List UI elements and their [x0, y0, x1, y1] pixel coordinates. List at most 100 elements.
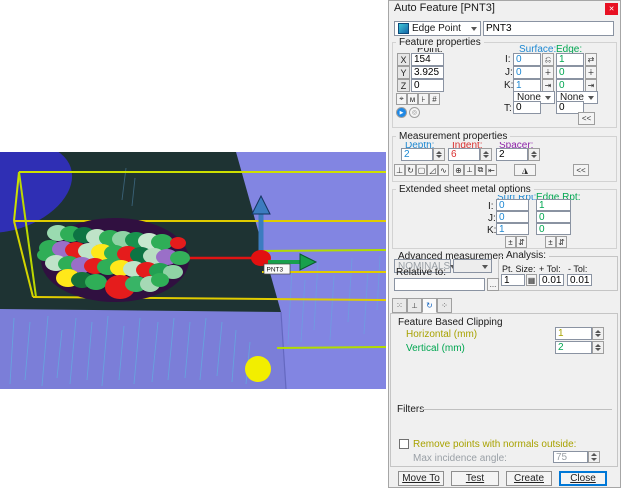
- t-label: T:: [504, 103, 512, 114]
- tab-grid[interactable]: ⁘: [437, 298, 452, 313]
- surf-rpt-adjust-button[interactable]: ±: [505, 236, 516, 248]
- corner-icon: ◿: [429, 166, 435, 175]
- plus-tol-input[interactable]: [539, 274, 564, 286]
- max-incidence-input[interactable]: [553, 451, 588, 463]
- surf-rpt-k-input[interactable]: [496, 223, 529, 235]
- surface-j-input[interactable]: [513, 66, 541, 79]
- chevron-down-icon: [545, 96, 551, 103]
- surface-i-input[interactable]: [513, 53, 541, 66]
- edge-rpt-adjust-button[interactable]: ±: [545, 236, 556, 248]
- pick-point-button[interactable]: ⌖: [396, 93, 407, 105]
- measure-mode-button-3[interactable]: ▢: [416, 164, 427, 176]
- feature-type-value: Edge Point: [412, 23, 461, 34]
- max-incidence-label: Max incidence angle:: [413, 453, 507, 464]
- feature-type-dropdown[interactable]: Edge Point: [394, 21, 481, 36]
- angle-icon: ◮: [522, 166, 528, 175]
- spacer-input[interactable]: [496, 148, 528, 161]
- angle-filter-button[interactable]: ◮: [514, 164, 536, 176]
- surf-rpt-j-input[interactable]: [496, 211, 529, 223]
- measure-mode-button-1[interactable]: ⊥: [394, 164, 405, 176]
- measure-button[interactable]: ᴍ: [407, 93, 418, 105]
- snap-button[interactable]: ⊦: [418, 93, 429, 105]
- t-surface-input[interactable]: [513, 101, 541, 114]
- probe-icon: ⟂: [467, 165, 472, 175]
- play-icon: ▶: [400, 110, 404, 116]
- cad-viewport[interactable]: PNT3: [0, 152, 386, 389]
- horizontal-input[interactable]: [555, 327, 592, 340]
- point-size-button[interactable]: ▦: [526, 274, 537, 286]
- measure-mode-button-8[interactable]: ⧉: [475, 164, 486, 176]
- feature-collapse-button[interactable]: <<: [578, 112, 595, 125]
- measurement-properties-label: Measurement properties: [396, 131, 510, 142]
- dialog-title: Auto Feature [PNT3]: [394, 3, 495, 14]
- execute-button[interactable]: ▶: [396, 107, 407, 118]
- plus-minus-icon: ±: [508, 238, 512, 247]
- vertical-input[interactable]: [555, 341, 592, 354]
- collapse-chevrons-icon: <<: [582, 114, 591, 123]
- edge-rpt-k-input[interactable]: [536, 223, 571, 235]
- edge-i-swap-button[interactable]: ⇄: [585, 53, 597, 66]
- depth-input[interactable]: [401, 148, 433, 161]
- close-icon: ✕: [609, 5, 615, 13]
- edge-j-flip-button[interactable]: ∔: [585, 66, 597, 79]
- measure-mode-button-5[interactable]: ∿: [438, 164, 449, 176]
- edge-rpt-updown-button[interactable]: ⇵: [556, 236, 567, 248]
- align-icon: ⇥: [588, 81, 595, 90]
- up-down-icon: ⇵: [558, 238, 565, 247]
- edge-rpt-j-input[interactable]: [536, 211, 571, 223]
- measure-mode-button-7[interactable]: ⟂: [464, 164, 475, 176]
- tab-clipping[interactable]: ↻: [422, 298, 437, 313]
- surface-i-flip-button[interactable]: ⎌: [542, 53, 554, 66]
- move-to-button[interactable]: Move To: [398, 471, 444, 486]
- depth-spinner[interactable]: [433, 148, 445, 161]
- vertical-spinner[interactable]: [592, 341, 604, 354]
- z-coordinate-input[interactable]: [411, 79, 444, 92]
- surf-rpt-i-input[interactable]: [496, 199, 529, 211]
- tab-vector[interactable]: ⟂: [407, 298, 422, 313]
- reset-button[interactable]: ◎: [409, 107, 420, 118]
- measure-mode-button-2[interactable]: ↻: [405, 164, 416, 176]
- indent-spinner[interactable]: [480, 148, 492, 161]
- y-coordinate-input[interactable]: [411, 66, 444, 79]
- x-coordinate-input[interactable]: [411, 53, 444, 66]
- surface-j-flip-button[interactable]: ∔: [542, 66, 554, 79]
- measure-mode-button-9[interactable]: ⇤: [486, 164, 497, 176]
- relative-to-input[interactable]: [394, 278, 485, 291]
- nominals-secondary-dropdown[interactable]: [453, 259, 492, 273]
- close-button-footer[interactable]: Close: [559, 471, 607, 486]
- surf-rpt-updown-button[interactable]: ⇵: [516, 236, 527, 248]
- target-icon: ◎: [412, 109, 417, 116]
- browse-button[interactable]: ...: [487, 278, 499, 291]
- indent-input[interactable]: [448, 148, 480, 161]
- spacer-spinner[interactable]: [528, 148, 540, 161]
- chevron-down-icon: [588, 96, 594, 103]
- close-button[interactable]: ✕: [605, 3, 618, 15]
- feature-properties-label: Feature properties: [396, 37, 484, 48]
- grid-button[interactable]: #: [429, 93, 440, 105]
- z-axis-label: Z: [397, 79, 410, 92]
- rotate-icon: ↻: [407, 166, 414, 175]
- test-button[interactable]: Test: [451, 471, 499, 486]
- wave-icon: ∿: [440, 166, 447, 175]
- minus-tol-input[interactable]: [567, 274, 592, 286]
- remove-points-checkbox[interactable]: [399, 439, 409, 449]
- measure-mode-button-4[interactable]: ◿: [427, 164, 438, 176]
- tab-points[interactable]: ⁙: [392, 298, 407, 313]
- align-icon: ⇥: [545, 81, 552, 90]
- x-axis-label: X: [397, 53, 410, 66]
- edge-rpt-i-input[interactable]: [536, 199, 571, 211]
- edge-i-input[interactable]: [556, 53, 584, 66]
- feature-name-input[interactable]: [483, 21, 614, 36]
- clipping-title: Feature Based Clipping: [398, 317, 503, 328]
- measurement-collapse-button[interactable]: <<: [573, 164, 589, 176]
- max-incidence-spinner[interactable]: [588, 451, 600, 463]
- up-down-icon: ⇵: [518, 238, 525, 247]
- target-icon: ⊕: [455, 166, 462, 175]
- edge-j-input[interactable]: [556, 66, 584, 79]
- create-button[interactable]: Create: [506, 471, 552, 486]
- arrow-bar-icon: ⇤: [488, 166, 495, 175]
- measure-mode-button-6[interactable]: ⊕: [453, 164, 464, 176]
- horizontal-spinner[interactable]: [592, 327, 604, 340]
- pt-size-input[interactable]: [501, 274, 525, 286]
- app-canvas: PNT3 Auto Feature [PNT3] ✕ Edge Point Fe…: [0, 0, 621, 488]
